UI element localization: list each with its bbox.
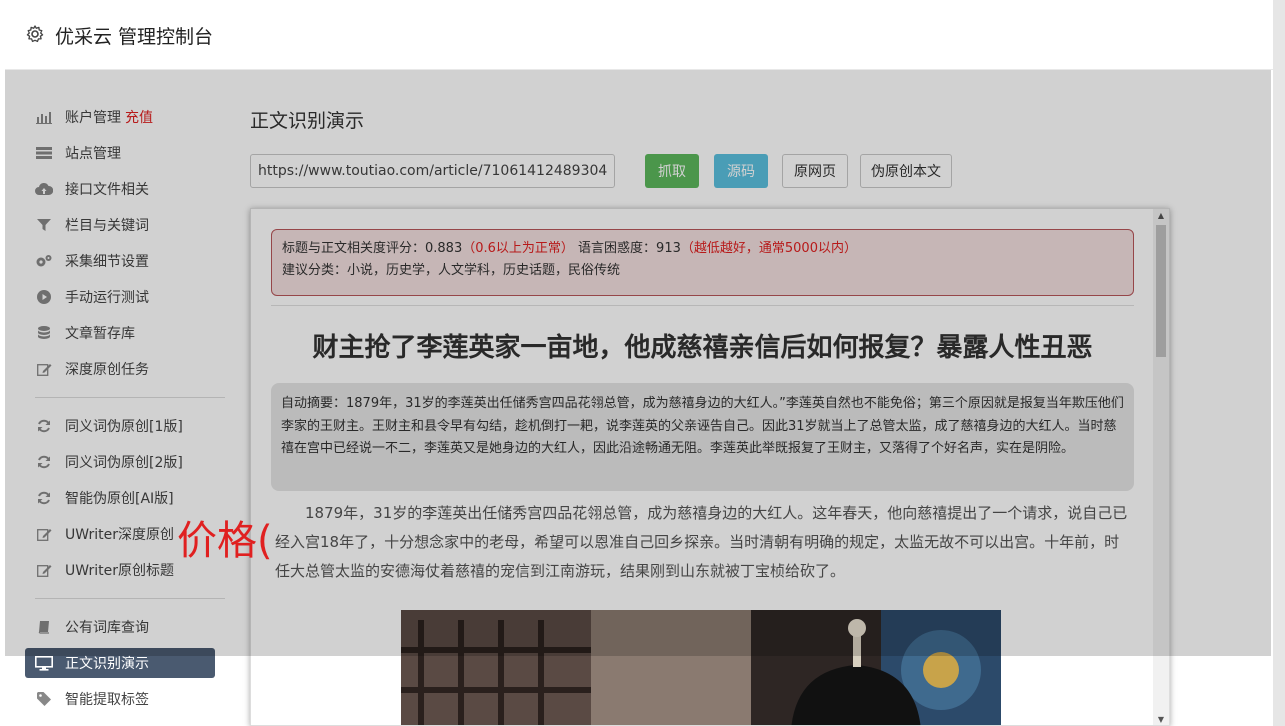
- database-icon: [35, 325, 53, 341]
- sidebar-item-synonym-v2[interactable]: 同义词伪原创[2版]: [25, 447, 215, 477]
- sidebar-item-label: 同义词伪原创[1版]: [65, 419, 183, 435]
- main-content: 正文识别演示 抓取 源码 原网页 伪原创本文 标题与正文相关度评分：0.883（…: [250, 70, 1270, 726]
- top-header: 优采云 管理控制台: [5, 4, 1273, 70]
- server-icon: [35, 145, 53, 161]
- sidebar-item-label: 正文识别演示: [65, 656, 149, 672]
- page-title: 正文识别演示: [250, 110, 365, 132]
- sidebar-divider: [35, 397, 225, 398]
- edit-icon: [35, 361, 53, 377]
- cloud-upload-icon: [35, 181, 53, 197]
- sidebar-item-label: UWriter深度原创: [65, 527, 174, 543]
- refresh-icon: [35, 490, 53, 506]
- refresh-icon: [35, 454, 53, 470]
- edit-icon: [35, 562, 53, 578]
- refresh-icon: [35, 418, 53, 434]
- edit-icon: [35, 526, 53, 542]
- result-panel[interactable]: 标题与正文相关度评分：0.883（0.6以上为正常） 语言困惑度：913（越低越…: [250, 208, 1170, 726]
- auto-summary: 自动摘要：1879年，31岁的李莲英出任储秀宫四品花翎总管，成为慈禧身边的大红人…: [271, 383, 1134, 491]
- sidebar-item-label: 账户管理: [65, 110, 121, 126]
- perplexity-score: 语言困惑度：913: [578, 241, 681, 256]
- perplexity-hint: （越低越好，通常5000以内）: [680, 241, 857, 256]
- sidebar-item-smart-tags[interactable]: 智能提取标签: [25, 684, 215, 714]
- sidebar-item-synonym-v1[interactable]: 同义词伪原创[1版]: [25, 411, 215, 441]
- article-paragraph: 1879年，31岁的李莲英出任储秀宫四品花翎总管，成为慈禧身边的大红人。这年春天…: [275, 504, 1128, 580]
- sidebar-item-label: 站点管理: [65, 146, 121, 162]
- sidebar-item-public-lexicon[interactable]: 公有词库查询: [25, 612, 215, 642]
- divider: [271, 305, 1134, 306]
- sidebar-item-label: 栏目与关键词: [65, 218, 149, 234]
- sidebar-item-collect-settings[interactable]: 采集细节设置: [25, 246, 215, 276]
- sidebar-item-account[interactable]: 账户管理 充值: [25, 102, 215, 132]
- sidebar-item-article-storage[interactable]: 文章暂存库: [25, 318, 215, 348]
- rewrite-article-button[interactable]: 伪原创本文: [860, 154, 952, 188]
- sidebar-item-label: 接口文件相关: [65, 182, 149, 198]
- window-edge: [1273, 0, 1285, 726]
- sidebar-item-label: 智能提取标签: [65, 692, 149, 708]
- analysis-alert: 标题与正文相关度评分：0.883（0.6以上为正常） 语言困惑度：913（越低越…: [271, 229, 1134, 296]
- relevance-score: 标题与正文相关度评分：0.883: [282, 241, 463, 256]
- play-circle-icon: [35, 289, 53, 305]
- sidebar-item-manual-run[interactable]: 手动运行测试: [25, 282, 215, 312]
- fetch-button[interactable]: 抓取: [645, 154, 699, 188]
- app-title: 优采云 管理控制台: [55, 26, 214, 48]
- sidebar-item-label: 同义词伪原创[2版]: [65, 455, 183, 471]
- sidebar-item-sites[interactable]: 站点管理: [25, 138, 215, 168]
- score-line: 标题与正文相关度评分：0.883（0.6以上为正常） 语言困惑度：913（越低越…: [282, 238, 1123, 260]
- gear-icon: [26, 25, 44, 43]
- sidebar-item-label: 采集细节设置: [65, 254, 149, 270]
- sidebar: 账户管理 充值 站点管理 接口文件相关 栏目与关键词 采集细节设置 手动运行测试…: [15, 70, 235, 726]
- sidebar-item-label: 公有词库查询: [65, 620, 149, 636]
- scroll-up-icon[interactable]: ▲: [1153, 209, 1169, 223]
- sidebar-item-label: 深度原创任务: [65, 362, 149, 378]
- sidebar-item-label: 文章暂存库: [65, 326, 135, 342]
- original-page-button[interactable]: 原网页: [782, 154, 848, 188]
- recharge-link[interactable]: 充值: [125, 107, 153, 127]
- app-window: 优采云 管理控制台 账户管理 充值 站点管理 接口文件相关 栏目与关键词 采集细…: [5, 4, 1273, 726]
- monitor-icon: [35, 655, 53, 671]
- sidebar-item-label: UWriter原创标题: [65, 563, 174, 579]
- filter-icon: [35, 217, 53, 233]
- content-area: 账户管理 充值 站点管理 接口文件相关 栏目与关键词 采集细节设置 手动运行测试…: [5, 70, 1273, 726]
- sidebar-divider: [35, 598, 225, 599]
- price-overlay-text: 价格(: [177, 518, 273, 564]
- article-title: 财主抢了李莲英家一亩地，他成慈禧亲信后如何报复？暴露人性丑恶: [312, 333, 1093, 363]
- sidebar-item-label: 手动运行测试: [65, 290, 149, 306]
- scrollbar-thumb[interactable]: [1156, 225, 1166, 357]
- source-button[interactable]: 源码: [714, 154, 768, 188]
- panel-scrollbar[interactable]: ▲ ▼: [1153, 209, 1169, 725]
- sidebar-item-label: 智能伪原创[AI版]: [65, 491, 174, 507]
- sidebar-item-deep-original[interactable]: 深度原创任务: [25, 354, 215, 384]
- scroll-down-icon[interactable]: ▼: [1153, 713, 1169, 725]
- sidebar-item-columns-keywords[interactable]: 栏目与关键词: [25, 210, 215, 240]
- bar-chart-icon: [35, 109, 53, 125]
- url-input[interactable]: [250, 154, 615, 188]
- sidebar-item-text-recognition[interactable]: 正文识别演示: [25, 648, 215, 678]
- category-suggestion: 建议分类：小说，历史学，人文学科，历史话题，民俗传统: [282, 263, 621, 278]
- article-image: [401, 610, 1001, 725]
- cogs-icon: [35, 253, 53, 269]
- sidebar-item-interface-files[interactable]: 接口文件相关: [25, 174, 215, 204]
- relevance-hint: （0.6以上为正常）: [462, 241, 574, 256]
- tag-icon: [35, 691, 53, 707]
- book-icon: [35, 619, 53, 635]
